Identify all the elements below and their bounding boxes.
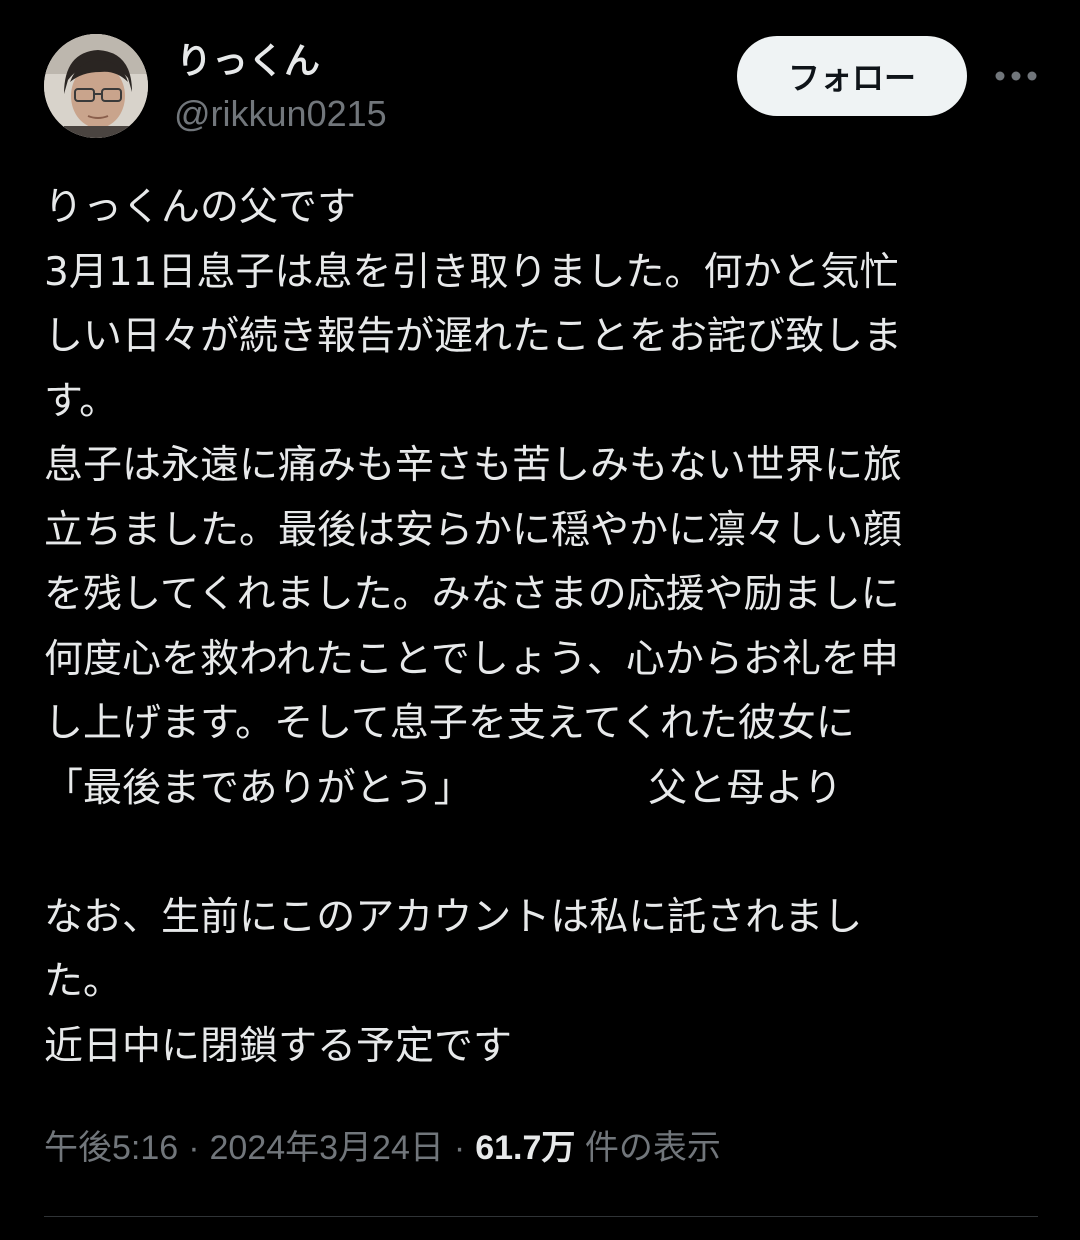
meta-separator: ·	[453, 1129, 466, 1167]
tweet-line: 何度心を救われたことでしょう、心からお礼を申	[44, 636, 899, 682]
more-options-button[interactable]	[990, 56, 1042, 96]
tweet-line: 息子は永遠に痛みも辛さも苦しみもない世界に旅	[44, 443, 903, 488]
avatar-photo-icon	[44, 34, 148, 138]
more-dots-icon	[995, 71, 1037, 81]
tweet-meta: 午後5:16 · 2024年3月24日 · 61.7万 件の表示	[44, 1122, 721, 1174]
tweet-line: なお、生前にこのアカウントは私に託されまし	[44, 894, 863, 940]
tweet-line: 近日中に閉鎖する予定です	[44, 1023, 513, 1069]
tweet-line: りっくんの父です	[44, 185, 357, 230]
tweet-line: 「最後までありがとう」 父と母より	[44, 765, 843, 811]
tweet-line: す。	[44, 378, 119, 424]
tweet-text: りっくんの父です 3月11日息子は息を引き取りました。何かと気忙 しい日々が続き…	[44, 176, 1034, 1079]
user-handle[interactable]: @rikkun0215	[174, 90, 387, 138]
tweet-time[interactable]: 午後5:16	[44, 1129, 178, 1167]
tweet-line: を残してくれました。みなさまの応援や励ましに	[44, 572, 900, 617]
tweet-line: た。	[44, 959, 123, 1004]
meta-separator: ·	[188, 1129, 200, 1167]
tweet-line: 3月11日息子は息を引き取りました。何かと気忙	[44, 249, 899, 295]
tweet-line: し上げます。そして息子を支えてくれた彼女に	[44, 701, 855, 746]
avatar[interactable]	[44, 34, 148, 138]
tweet-line: 立ちました。最後は安らかに穏やかに凛々しい顔	[44, 507, 903, 553]
follow-button[interactable]: フォロー	[737, 36, 967, 116]
tweet-line: しい日々が続き報告が遅れたことをお詫び致しま	[44, 314, 903, 359]
views-count[interactable]: 61.7万	[475, 1129, 575, 1167]
tweet-header: りっくん @rikkun0215 フォロー	[44, 34, 1044, 144]
display-name[interactable]: りっくん	[176, 38, 320, 86]
tweet-date[interactable]: 2024年3月24日	[210, 1129, 444, 1167]
views-label[interactable]: 件の表示	[585, 1129, 721, 1167]
divider	[44, 1216, 1038, 1217]
